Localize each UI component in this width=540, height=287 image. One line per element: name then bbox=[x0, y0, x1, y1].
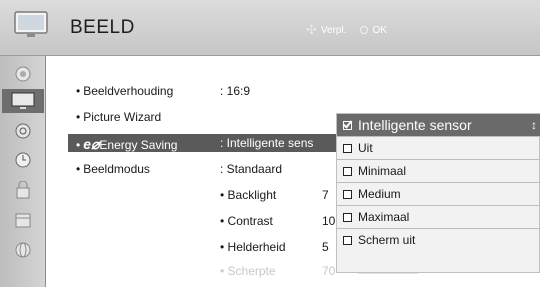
tv-settings-screen: BEELD ✣ Verpl. OK • Beeldverhouding: 16… bbox=[0, 0, 540, 287]
menu-row-picture-wizard[interactable]: • Picture Wizard bbox=[76, 110, 161, 124]
option-minimaal[interactable]: Minimaal bbox=[337, 159, 540, 182]
row-label: Beeldmodus bbox=[83, 162, 150, 176]
row-value: : Intelligente sens bbox=[220, 136, 314, 150]
hint-move-label: Verpl. bbox=[320, 24, 347, 36]
menu-row-beeldmodus[interactable]: • Beeldmodus bbox=[76, 162, 150, 176]
checkbox-icon bbox=[343, 166, 352, 176]
option-intelligente-sensor[interactable]: Intelligente sensor ↕ bbox=[337, 114, 540, 136]
tv-icon bbox=[14, 11, 48, 37]
lock-icon[interactable] bbox=[6, 178, 40, 202]
option-label: Minimaal bbox=[358, 164, 407, 178]
option-uit[interactable]: Uit bbox=[337, 136, 540, 159]
option-label: Uit bbox=[358, 141, 373, 155]
checkbox-icon bbox=[343, 143, 352, 153]
page-title: BEELD bbox=[70, 17, 135, 38]
clock-icon[interactable] bbox=[6, 148, 40, 172]
row-value: : 16:9 bbox=[220, 84, 251, 98]
category-sidebar bbox=[0, 56, 46, 287]
scroll-arrow-icon: ↕ bbox=[531, 118, 537, 132]
row-value: : Standaard bbox=[220, 162, 283, 176]
option-label: Intelligente sensor bbox=[358, 117, 472, 133]
bullet: • bbox=[76, 162, 81, 176]
option-label: Maximaal bbox=[358, 210, 410, 224]
ok-button-icon bbox=[360, 26, 369, 34]
hint-ok-label: OK bbox=[372, 24, 387, 36]
bullet: • bbox=[76, 138, 81, 152]
sub-row-backlight[interactable]: • Backlight bbox=[220, 188, 276, 202]
option-medium[interactable]: Medium bbox=[337, 182, 540, 205]
bullet: • bbox=[76, 84, 81, 98]
sub-row-helderheid[interactable]: • Helderheid bbox=[220, 240, 286, 254]
picture-icon[interactable] bbox=[6, 62, 40, 86]
globe-icon[interactable] bbox=[6, 238, 40, 262]
sub-row-value: 5 bbox=[322, 240, 329, 254]
menu-header: BEELD ✣ Verpl. OK bbox=[0, 0, 540, 56]
checkbox-icon bbox=[343, 212, 352, 222]
checkbox-icon bbox=[343, 189, 352, 199]
energy-saving-dropdown: Intelligente sensor ↕ Uit Minimaal Mediu… bbox=[336, 113, 540, 273]
option-scherm-uit[interactable]: Scherm uit bbox=[337, 228, 540, 251]
audio-icon[interactable] bbox=[6, 119, 40, 143]
option-label: Scherm uit bbox=[358, 233, 416, 247]
row-label: Picture Wizard bbox=[83, 110, 162, 124]
menu-row-energy-saving[interactable]: • e⌀Energy Saving bbox=[76, 136, 177, 153]
sub-row-contrast[interactable]: • Contrast bbox=[220, 214, 273, 228]
sub-row-value: 10 bbox=[322, 214, 336, 228]
option-label: Medium bbox=[358, 187, 401, 201]
row-label: Beeldverhouding bbox=[83, 84, 174, 98]
row-label: Energy Saving bbox=[99, 138, 178, 152]
calendar-icon[interactable] bbox=[6, 208, 40, 232]
energy-logo: e⌀ bbox=[83, 136, 100, 152]
checkbox-icon bbox=[343, 235, 352, 245]
sub-row-scherpte[interactable]: • Scherpte bbox=[220, 264, 276, 278]
tv-icon[interactable] bbox=[2, 89, 44, 113]
menu-row-beeldverhouding[interactable]: • Beeldverhouding bbox=[76, 84, 173, 98]
navigation-arrows-icon: ✣ bbox=[306, 22, 317, 37]
option-maximaal[interactable]: Maximaal bbox=[337, 205, 540, 228]
checkbox-checked-icon bbox=[343, 120, 352, 130]
navigation-hint: ✣ Verpl. OK bbox=[306, 22, 387, 38]
sub-row-value: 70 bbox=[322, 264, 336, 278]
bullet: • bbox=[76, 110, 81, 124]
sub-row-value: 7 bbox=[322, 188, 329, 202]
